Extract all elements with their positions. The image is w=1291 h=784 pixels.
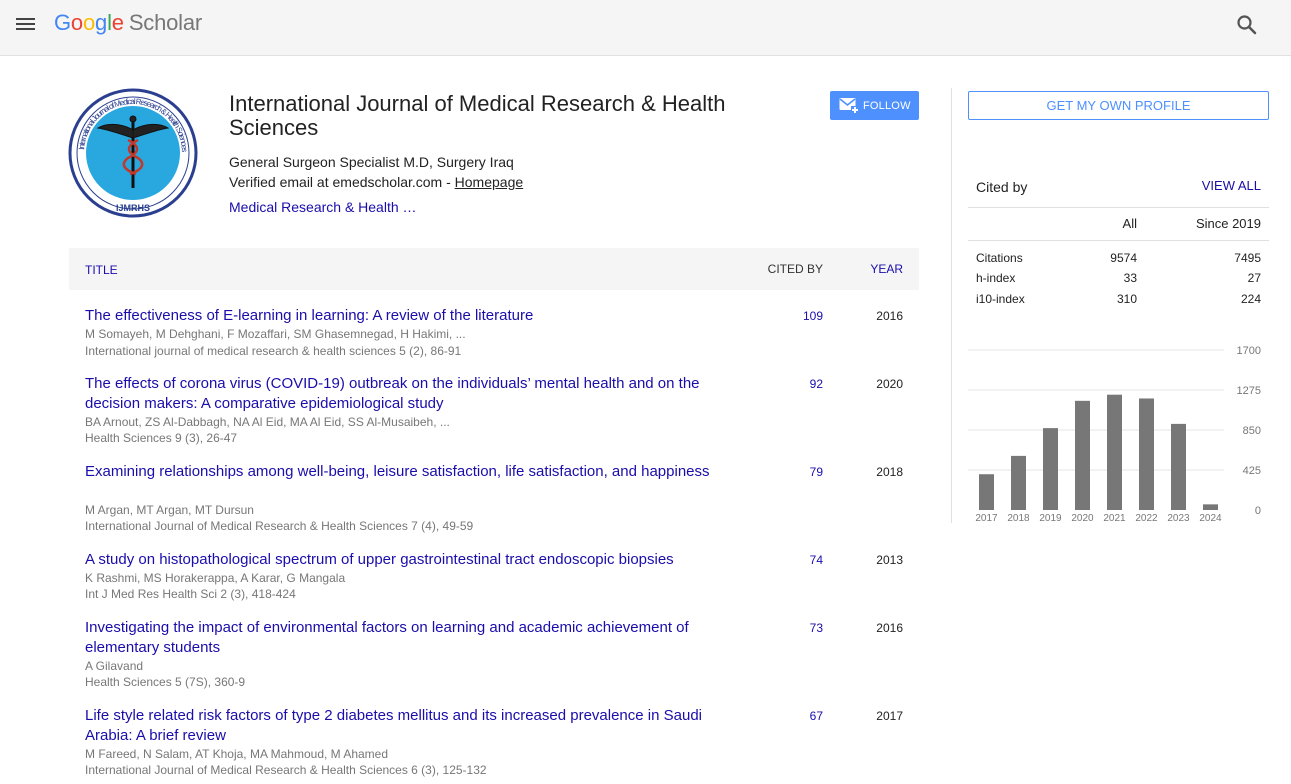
sort-by-title[interactable]: TITLE <box>85 263 118 277</box>
stat-all: 33 <box>1123 271 1137 285</box>
article-authors: M Fareed, N Salam, AT Khoja, MA Mahmoud,… <box>85 747 389 761</box>
get-my-own-profile-button[interactable]: GET MY OWN PROFILE <box>968 91 1269 120</box>
chart-x-tick-label: 2021 <box>1103 513 1126 524</box>
stat-since: 27 <box>1247 271 1261 285</box>
profile-interest-link[interactable]: Medical Research & Health … <box>229 199 417 215</box>
article-authors: M Argan, MT Argan, MT Dursun <box>85 503 254 517</box>
article-title[interactable]: The effects of corona virus (COVID-19) o… <box>85 374 745 414</box>
article-venue: International Journal of Medical Researc… <box>85 763 487 777</box>
profile-avatar: International Journal of Medical Researc… <box>68 88 198 218</box>
mail-icon <box>839 98 859 114</box>
article-title[interactable]: A study on histopathological spectrum of… <box>85 550 745 570</box>
stats-col-since: Since 2019 <box>1195 216 1261 231</box>
stat-label[interactable]: Citations <box>976 251 1023 265</box>
chart-bar[interactable] <box>1043 428 1058 510</box>
follow-label: FOLLOW <box>863 100 911 112</box>
cited-by-header: Cited by VIEW ALL <box>968 168 1269 208</box>
chart-x-tick-label: 2019 <box>1039 513 1062 524</box>
article-title[interactable]: Life style related risk factors of type … <box>85 706 745 746</box>
article-authors: M Somayeh, M Dehghani, F Mozaffari, SM G… <box>85 327 466 341</box>
chart-x-tick-label: 2022 <box>1135 513 1158 524</box>
search-icon[interactable] <box>1234 12 1260 38</box>
article-year: 2016 <box>876 309 903 323</box>
article-title[interactable]: Examining relationships among well-being… <box>85 462 745 482</box>
article-title[interactable]: Investigating the impact of environmenta… <box>85 618 745 658</box>
chart-y-tick-label: 850 <box>1243 425 1261 437</box>
articles-table-header: TITLE CITED BY YEAR <box>69 248 919 290</box>
stat-since: 224 <box>1240 292 1261 306</box>
chart-bar[interactable] <box>979 474 994 510</box>
view-all-link[interactable]: VIEW ALL <box>1202 178 1261 193</box>
cited-by-count[interactable]: 67 <box>810 709 823 723</box>
logo-letter: e <box>111 10 124 35</box>
stat-all: 310 <box>1116 292 1137 306</box>
svg-text:IJMRHS: IJMRHS <box>116 203 150 213</box>
homepage-link[interactable]: Homepage <box>455 174 524 190</box>
chart-y-tick-label: 425 <box>1243 465 1261 477</box>
chart-y-tick-label: 1275 <box>1237 385 1261 397</box>
logo-suffix: Scholar <box>128 10 203 35</box>
article-authors: K Rashmi, MS Horakerappa, A Karar, G Man… <box>85 571 346 585</box>
article-year: 2018 <box>876 465 903 479</box>
email-text: Verified email at emedscholar.com - <box>229 174 455 190</box>
chart-x-tick-label: 2020 <box>1071 513 1094 524</box>
cited-by-count[interactable]: 109 <box>803 309 823 323</box>
panel-divider <box>951 88 952 523</box>
article-venue: Health Sciences 9 (3), 26-47 <box>85 431 238 445</box>
cited-by-count[interactable]: 74 <box>810 553 823 567</box>
article-venue: International journal of medical researc… <box>85 344 462 358</box>
article-authors: A Gilavand <box>85 659 144 673</box>
stats-row: h-index 33 27 <box>968 268 1269 288</box>
chart-x-tick-label: 2018 <box>1007 513 1030 524</box>
follow-button[interactable]: FOLLOW <box>830 91 919 120</box>
logo-letter: G <box>54 10 71 35</box>
stat-all: 9574 <box>1110 251 1137 265</box>
chart-x-tick-label: 2017 <box>975 513 998 524</box>
article-year: 2016 <box>876 621 903 635</box>
chart-y-tick-label: 1700 <box>1237 345 1261 357</box>
stat-label[interactable]: h-index <box>976 271 1015 285</box>
stats-row: Citations 9574 7495 <box>968 248 1269 268</box>
article-year: 2013 <box>876 553 903 567</box>
sort-by-cited[interactable]: CITED BY <box>768 262 823 276</box>
cited-by-title: Cited by <box>976 179 1028 195</box>
profile-affiliation: General Surgeon Specialist M.D, Surgery … <box>229 154 514 170</box>
stats-row: i10-index 310 224 <box>968 289 1269 309</box>
chart-bar[interactable] <box>1011 455 1026 510</box>
article-venue: International Journal of Medical Researc… <box>85 519 474 533</box>
cited-by-count[interactable]: 79 <box>810 465 823 479</box>
article-title[interactable]: The effectiveness of E-learning in learn… <box>85 306 745 326</box>
logo-letter: o <box>70 10 83 35</box>
profile-name: International Journal of Medical Researc… <box>229 91 726 140</box>
article-venue: Int J Med Res Health Sci 2 (3), 418-424 <box>85 587 296 601</box>
stat-label[interactable]: i10-index <box>976 292 1025 306</box>
chart-bar[interactable] <box>1171 423 1186 510</box>
chart-bar[interactable] <box>1139 398 1154 510</box>
top-bar: Google Scholar <box>0 0 1291 56</box>
chart-y-tick-label: 0 <box>1255 505 1261 517</box>
article-year: 2017 <box>876 709 903 723</box>
chart-bar[interactable] <box>1203 504 1218 510</box>
article-authors: BA Arnout, ZS Al-Dabbagh, NA Al Eid, MA … <box>85 415 450 429</box>
profile-email: Verified email at emedscholar.com - Home… <box>229 174 523 190</box>
citations-chart-svg: 0 425 850 1275 1700 2017 2018 2019 2020 2021 2022 2… <box>968 345 1261 524</box>
sort-by-year[interactable]: YEAR <box>870 262 903 276</box>
chart-bar[interactable] <box>1075 400 1090 510</box>
stats-col-all: All <box>1122 216 1137 231</box>
cited-by-count[interactable]: 92 <box>810 377 823 391</box>
chart-bar[interactable] <box>1107 394 1122 510</box>
chart-x-tick-label: 2024 <box>1199 513 1222 524</box>
google-scholar-logo[interactable]: Google Scholar <box>54 10 202 36</box>
stat-since: 7495 <box>1234 251 1261 265</box>
logo-letter: g <box>95 10 108 35</box>
stats-table-header: All Since 2019 <box>968 208 1269 241</box>
chart-x-tick-label: 2023 <box>1167 513 1190 524</box>
article-year: 2020 <box>876 377 903 391</box>
menu-icon[interactable] <box>14 12 38 36</box>
logo-letter: o <box>82 10 96 35</box>
article-venue: Health Sciences 5 (7S), 360-9 <box>85 675 246 689</box>
cited-by-count[interactable]: 73 <box>810 621 823 635</box>
citations-chart: 0 425 850 1275 1700 2017 2018 2019 2020 2021 2022 2… <box>968 340 1269 530</box>
